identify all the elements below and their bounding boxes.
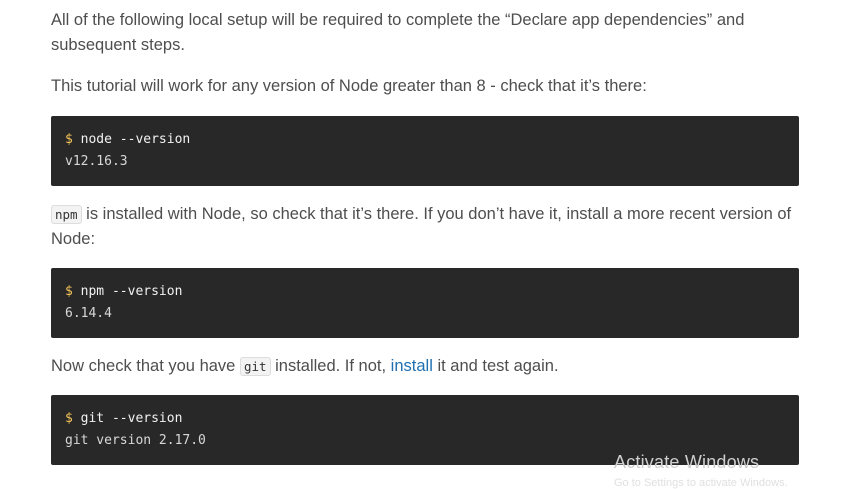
code-command-line: $ node --version: [65, 132, 190, 147]
code-command: npm --version: [72, 284, 183, 299]
install-git-link[interactable]: install: [391, 357, 433, 375]
paragraph-setup-intro: All of the following local setup will be…: [51, 11, 745, 54]
shell-prompt: $: [65, 132, 73, 147]
paragraph-git-text-middle: installed. If not,: [270, 357, 391, 375]
paragraph-git-check: Now check that you have git installed. I…: [51, 354, 803, 379]
code-command-line: $ npm --version: [65, 284, 182, 299]
shell-prompt: $: [65, 411, 73, 426]
paragraph-git-text-before: Now check that you have: [51, 357, 240, 375]
paragraph-npm-info: npm is installed with Node, so check tha…: [51, 202, 807, 252]
code-output: git version 2.17.0: [65, 433, 206, 448]
code-command-line: $ git --version: [65, 411, 182, 426]
code-command: node --version: [72, 132, 191, 147]
code-block-npm[interactable]: $ npm --version 6.14.4: [51, 268, 799, 338]
paragraph-npm-text: is installed with Node, so check that it…: [51, 205, 792, 248]
inline-code-git: git: [239, 357, 271, 376]
activate-windows-watermark: Activate Windows: [614, 452, 760, 472]
code-command: git --version: [72, 411, 183, 426]
inline-code-npm: npm: [51, 205, 82, 224]
activate-windows-subtext: Go to Settings to activate Windows.: [614, 477, 788, 489]
paragraph-node-version: This tutorial will work for any version …: [51, 77, 647, 95]
code-output: v12.16.3: [65, 154, 128, 169]
shell-prompt: $: [65, 284, 73, 299]
code-output: 6.14.4: [65, 306, 112, 321]
paragraph-git-text-after: it and test again.: [432, 357, 559, 375]
code-block-node[interactable]: $ node --version v12.16.3: [51, 116, 799, 186]
